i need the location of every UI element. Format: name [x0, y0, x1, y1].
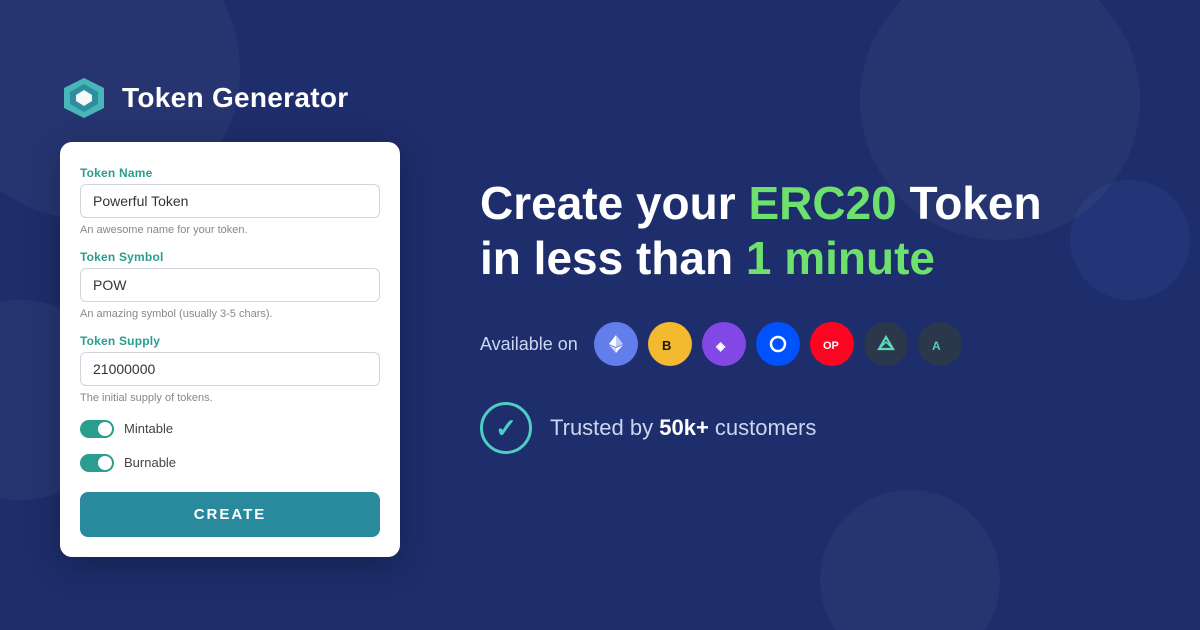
token-name-label: Token Name	[80, 166, 380, 180]
right-panel: Create your ERC20 Token in less than 1 m…	[460, 176, 1140, 454]
trusted-row: ✓ Trusted by 50k+ customers	[480, 402, 1140, 454]
token-symbol-label: Token Symbol	[80, 250, 380, 264]
page-container: Token Generator Token Name An awesome na…	[0, 0, 1200, 630]
headline-pre2: in less than	[480, 232, 746, 284]
chain-bnb: B	[648, 322, 692, 366]
create-button[interactable]: CREATE	[80, 492, 380, 537]
trusted-highlight: 50k+	[659, 415, 709, 440]
trusted-text: Trusted by 50k+ customers	[550, 415, 816, 441]
token-supply-input[interactable]	[80, 352, 380, 386]
token-name-hint: An awesome name for your token.	[80, 224, 380, 236]
token-symbol-hint: An amazing symbol (usually 3-5 chars).	[80, 308, 380, 320]
chain-arbitrum: A	[918, 322, 962, 366]
token-supply-label: Token Supply	[80, 334, 380, 348]
headline-accent1: ERC20	[748, 177, 896, 229]
mintable-toggle[interactable]	[80, 420, 114, 438]
logo-title: Token Generator	[122, 82, 348, 114]
chain-polygon: ◈	[702, 322, 746, 366]
chain-base	[756, 322, 800, 366]
check-circle: ✓	[480, 402, 532, 454]
left-panel: Token Generator Token Name An awesome na…	[60, 74, 400, 557]
available-label: Available on	[480, 334, 578, 355]
headline-accent2: 1 minute	[746, 232, 935, 284]
logo-row: Token Generator	[60, 74, 400, 122]
token-name-input[interactable]	[80, 184, 380, 218]
svg-text:◈: ◈	[715, 339, 726, 353]
svg-text:OP: OP	[823, 340, 839, 352]
chain-optimism: OP	[810, 322, 854, 366]
trusted-post: customers	[709, 415, 817, 440]
mintable-toggle-row: Mintable	[80, 420, 380, 438]
token-supply-group: Token Supply The initial supply of token…	[80, 334, 380, 404]
burnable-toggle[interactable]	[80, 454, 114, 472]
token-symbol-input[interactable]	[80, 268, 380, 302]
headline-post1: Token	[897, 177, 1042, 229]
headline: Create your ERC20 Token in less than 1 m…	[480, 176, 1140, 286]
chain-avalanche	[864, 322, 908, 366]
check-mark-icon: ✓	[495, 413, 517, 444]
chain-ethereum	[594, 322, 638, 366]
token-name-group: Token Name An awesome name for your toke…	[80, 166, 380, 236]
form-card: Token Name An awesome name for your toke…	[60, 142, 400, 557]
chain-icons: B ◈ OP A	[594, 322, 962, 366]
trusted-pre: Trusted by	[550, 415, 659, 440]
burnable-toggle-row: Burnable	[80, 454, 380, 472]
headline-pre1: Create your	[480, 177, 748, 229]
headline-line2: in less than 1 minute	[480, 231, 1140, 286]
svg-text:A: A	[932, 339, 941, 353]
token-symbol-group: Token Symbol An amazing symbol (usually …	[80, 250, 380, 320]
svg-text:B: B	[662, 338, 671, 353]
available-row: Available on B ◈ OP	[480, 322, 1140, 366]
mintable-label: Mintable	[124, 421, 173, 436]
logo-icon	[60, 74, 108, 122]
token-supply-hint: The initial supply of tokens.	[80, 392, 380, 404]
headline-line1: Create your ERC20 Token	[480, 176, 1140, 231]
burnable-label: Burnable	[124, 455, 176, 470]
